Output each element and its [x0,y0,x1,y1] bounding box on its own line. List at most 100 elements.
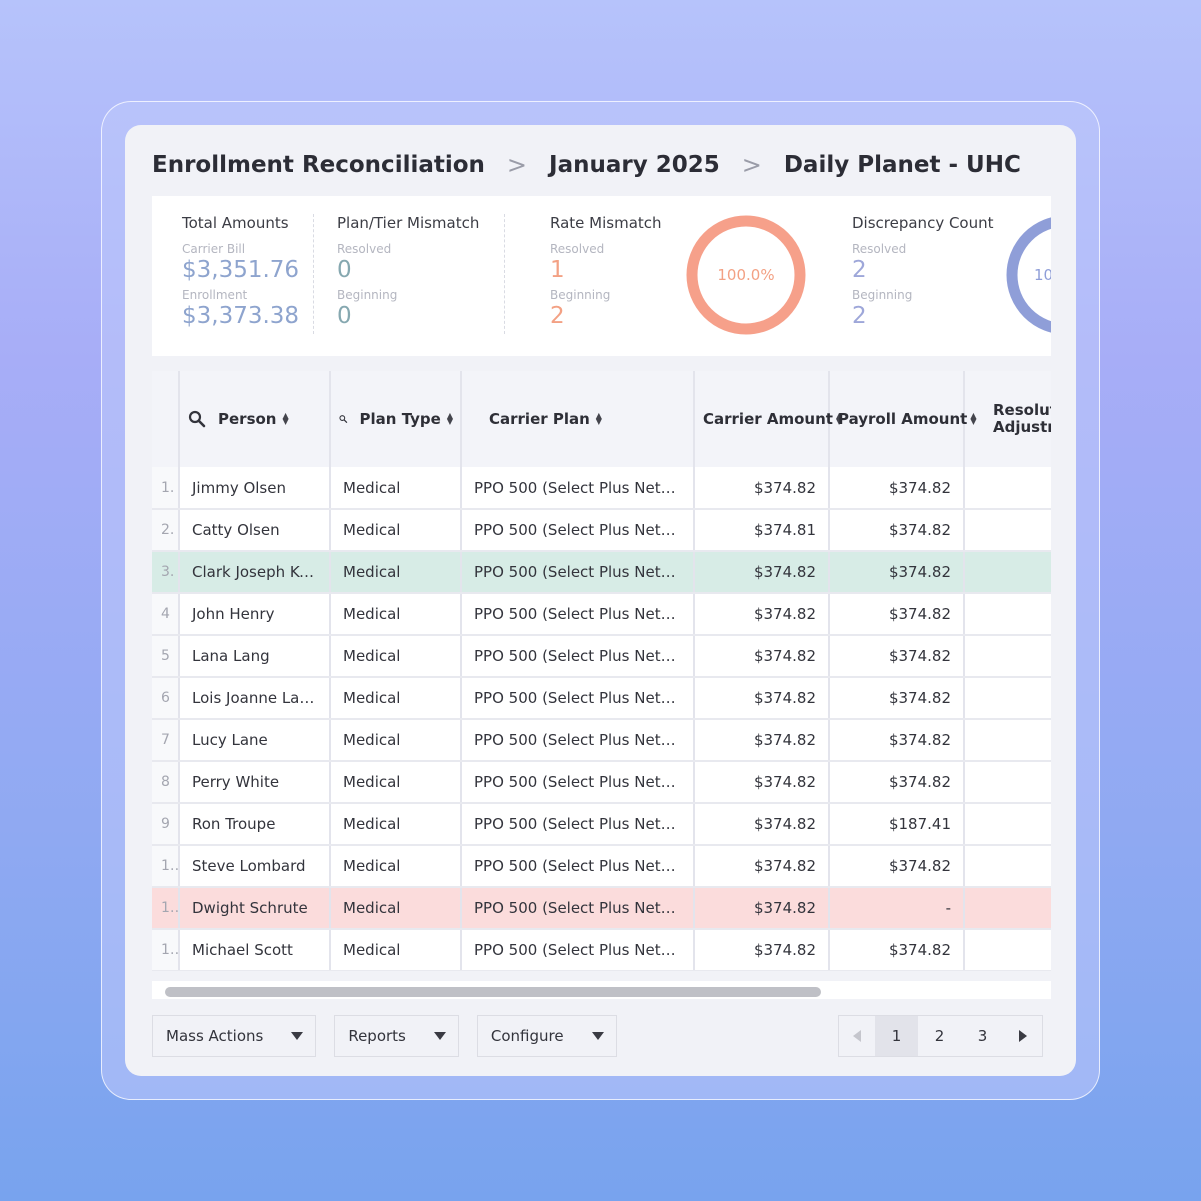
cell-payroll-amount: $187.41 [829,803,965,846]
table-row[interactable]: 5 Lana Lang Medical PPO 500 (Select Plus Ne… [152,635,1051,678]
cell-carrier-amount: $374.82 [694,761,830,804]
table-row[interactable]: 11 Dwight Schrute Medical PPO 500 (Select P… [152,887,1051,930]
breadcrumb-item-enrollment[interactable]: Enrollment Reconciliation [152,152,485,178]
prev-page-button[interactable] [839,1016,875,1056]
cell-payroll-amount: $374.82 [829,719,965,762]
cell-person: Ron Troupe [179,803,331,846]
cell-carrier-amount: $374.82 [694,845,830,888]
sort-icon[interactable]: ▲ ▼ [282,412,288,426]
mass-actions-dropdown[interactable]: Mass Actions [152,1015,317,1057]
sort-icon[interactable]: ▲ ▼ [447,412,453,426]
table-row[interactable]: 8 Perry White Medical PPO 500 (Select Plus … [152,761,1051,804]
stat-rate-mismatch: Rate Mismatch Resolved 1 Beginning 2 [550,214,662,329]
cell-plan-type: Medical [330,761,462,804]
stat-label: Beginning [337,288,398,302]
cell-carrier-plan: PPO 500 (Select Plus Network) [461,551,695,594]
row-index: 4 [152,593,180,636]
caret-down-icon [291,1032,304,1040]
page-button-2[interactable]: 2 [918,1016,961,1056]
table-row[interactable]: 10 Steve Lombard Medical PPO 500 (Select Pl… [152,845,1051,888]
configure-dropdown[interactable]: Configure [476,1015,617,1057]
cell-plan-type: Medical [330,593,462,636]
cell-resolution [964,593,1051,636]
caret-right-icon [1019,1030,1027,1042]
table-row[interactable]: 6 Lois Joanne Lane Medical PPO 500 (Select … [152,677,1051,720]
stat-label: Resolved [550,242,605,256]
rate-progress-ring: 100.0% [686,215,806,335]
cell-resolution [964,887,1051,930]
table-row[interactable]: 2. Catty Olsen Medical PPO 500 (Select Plus… [152,509,1051,552]
cell-carrier-amount: $374.82 [694,467,830,510]
ring-percent: 100.0% [717,266,774,284]
breadcrumb-item-carrier: Daily Planet - UHC [783,152,1021,178]
bottom-toolbar: Mass Actions Reports Configure [152,1015,617,1057]
table-row[interactable]: 7 Lucy Lane Medical PPO 500 (Select Plus Ne… [152,719,1051,762]
header-carrier-plan[interactable]: Carrier Plan ▲ ▼ [461,371,695,467]
cell-resolution [964,803,1051,846]
cell-payroll-amount: $374.82 [829,761,965,804]
row-index: 2. [152,509,180,552]
header-carrier-amount[interactable]: Carrier Amount ▲ ▼ [694,371,842,467]
page-button-3[interactable]: 3 [961,1016,1004,1056]
cell-person: Jimmy Olsen [179,467,331,510]
cell-person: Clark Joseph Kent [179,551,331,594]
table-row[interactable]: 4 John Henry Medical PPO 500 (Select Plus N… [152,593,1051,636]
cell-person: Lois Joanne Lane [179,677,331,720]
stat-value: $3,351.76 [182,257,300,283]
cell-person: Lana Lang [179,635,331,678]
stat-title: Discrepancy Count [852,214,994,232]
cell-resolution [964,551,1051,594]
header-person[interactable]: Person ▲ ▼ [179,371,331,467]
caret-down-icon [433,1032,446,1040]
cell-resolution [964,467,1051,510]
breadcrumb: Enrollment Reconciliation > January 2025… [152,151,1021,179]
configure-label: Configure [490,1027,564,1045]
breadcrumb-item-month[interactable]: January 2025 [549,152,720,178]
header-label: Adjustn [993,418,1051,436]
next-page-button[interactable] [1004,1016,1042,1056]
page-button-1[interactable]: 1 [875,1016,918,1056]
mass-actions-label: Mass Actions [166,1027,264,1045]
cell-carrier-amount: $374.82 [694,719,830,762]
table-row[interactable]: 12 Michael Scott Medical PPO 500 (Select Pl… [152,929,1051,971]
header-plan-type[interactable]: Plan Type ▲ ▼ [330,371,462,467]
stat-label: Carrier Bill [182,242,246,256]
sort-icon[interactable]: ▲ ▼ [596,412,602,426]
scrollbar-thumb[interactable] [165,987,821,997]
sort-icon[interactable]: ▲ ▼ [970,412,976,426]
reports-label: Reports [348,1027,406,1045]
header-label: Carrier Plan [489,410,590,428]
reports-dropdown[interactable]: Reports [334,1015,459,1057]
cell-plan-type: Medical [330,929,462,971]
table-row[interactable]: 9 Ron Troupe Medical PPO 500 (Select Plus N… [152,803,1051,846]
stat-discrepancy-count: Discrepancy Count Resolved 2 Beginning 2 [852,214,994,329]
cell-carrier-amount: $374.82 [694,635,830,678]
stat-plan-tier-mismatch: Plan/Tier Mismatch Resolved 0 Beginning … [337,214,479,329]
table-row[interactable]: 1. Jimmy Olsen Medical PPO 500 (Select Plus… [152,467,1051,510]
cell-carrier-plan: PPO 500 (Select Plus Network) [461,803,695,846]
header-payroll-amount[interactable]: Payroll Amount ▲ ▼ [829,371,977,467]
search-icon[interactable] [188,410,206,428]
stat-label: Beginning [852,288,913,302]
cell-plan-type: Medical [330,467,462,510]
cell-carrier-plan: PPO 500 (Select Plus Network) [461,635,695,678]
horizontal-scrollbar[interactable] [152,981,1051,999]
cell-resolution [964,635,1051,678]
cell-payroll-amount: $374.82 [829,509,965,552]
cell-carrier-amount: $374.82 [694,929,830,971]
row-index: 1. [152,467,180,510]
row-index: 11 [152,887,180,930]
row-index: 5 [152,635,180,678]
reconciliation-table: Person ▲ ▼ Plan Type ▲ ▼ Carrier Plan ▲ … [152,371,1051,971]
stat-value: $3,373.38 [182,303,300,329]
cell-plan-type: Medical [330,887,462,930]
cell-plan-type: Medical [330,677,462,720]
cell-plan-type: Medical [330,803,462,846]
header-label: Payroll Amount [838,410,968,428]
header-label: Plan Type [359,410,441,428]
table-row[interactable]: 3. Clark Joseph Kent Medical PPO 500 (Selec… [152,551,1051,594]
cell-person: John Henry [179,593,331,636]
stat-value: 2 [852,303,867,329]
search-icon[interactable] [339,410,348,428]
header-resolution[interactable]: Resolut Adjustn [964,371,1051,467]
